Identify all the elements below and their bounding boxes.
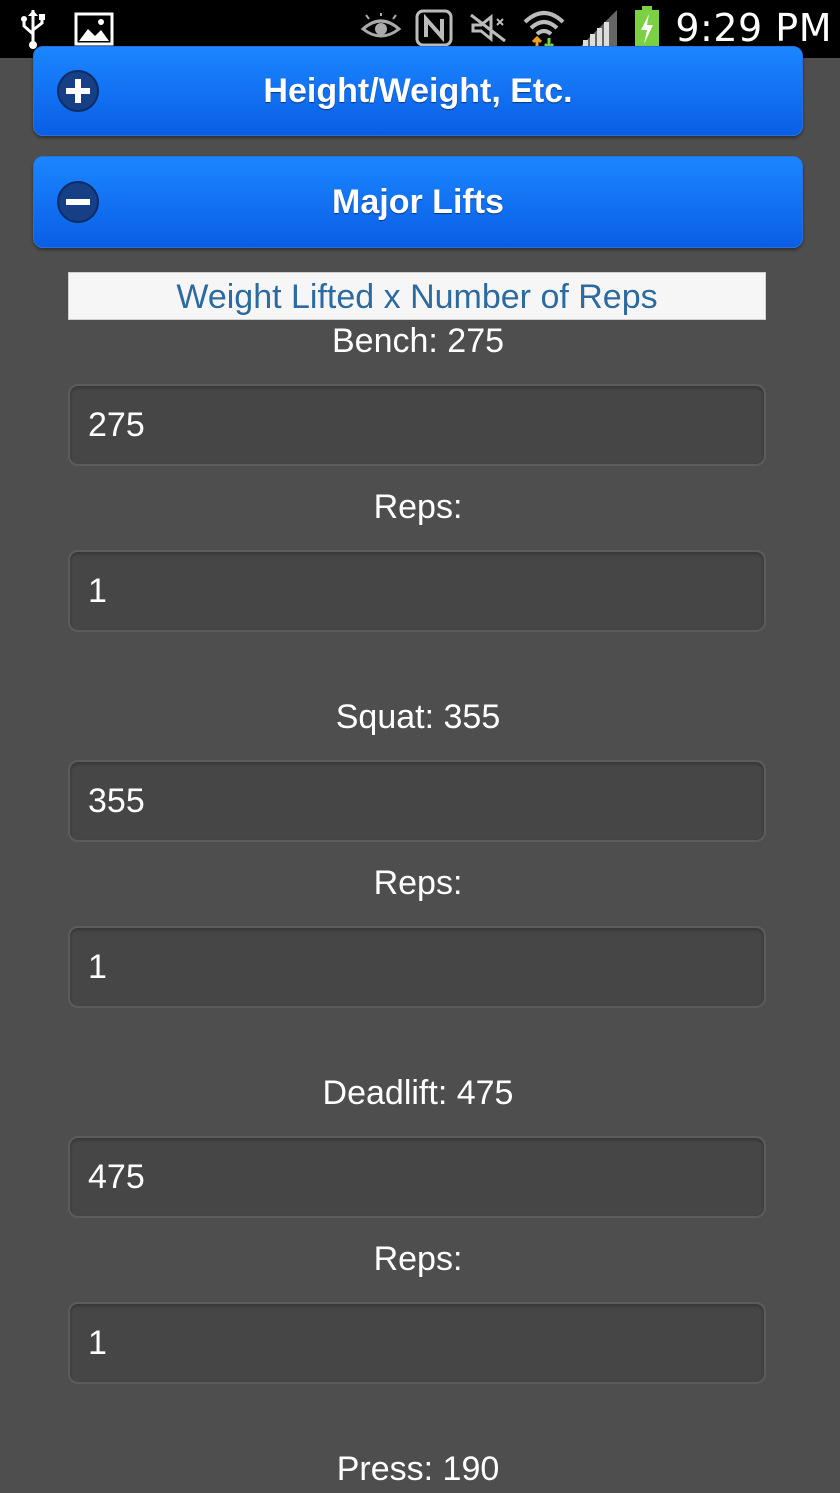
usb-icon xyxy=(21,10,45,49)
deadlift-reps-label: Reps: xyxy=(373,1240,463,1278)
squat-reps-input[interactable] xyxy=(68,926,766,1008)
wifi-icon xyxy=(524,11,565,48)
deadlift-label: Deadlift: 475 xyxy=(322,1074,514,1112)
plus-icon xyxy=(57,70,99,112)
squat-label: Squat: 355 xyxy=(335,698,501,736)
bench-weight-input[interactable] xyxy=(68,384,766,466)
eye-icon xyxy=(361,13,402,38)
lifts-header: Weight Lifted x Number of Reps xyxy=(68,272,766,320)
nfc-icon xyxy=(415,9,453,47)
mute-icon xyxy=(470,13,507,43)
minus-icon xyxy=(57,181,99,223)
section-height-weight[interactable]: Height/Weight, Etc. xyxy=(33,46,803,136)
bench-reps-label: Reps: xyxy=(373,488,463,526)
bench-reps-input[interactable] xyxy=(68,550,766,632)
image-icon xyxy=(74,12,114,46)
squat-weight-input[interactable] xyxy=(68,760,766,842)
clock: 9:29 PM xyxy=(675,6,832,50)
press-label: Press: 190 xyxy=(336,1450,500,1488)
section-major-lifts[interactable]: Major Lifts xyxy=(33,156,803,248)
squat-reps-label: Reps: xyxy=(373,864,463,902)
section-title: Height/Weight, Etc. xyxy=(263,71,573,110)
deadlift-reps-input[interactable] xyxy=(68,1302,766,1384)
page: Height/Weight, Etc. Major Lifts Weight L… xyxy=(0,46,840,1493)
battery-charging-icon xyxy=(635,6,660,48)
bench-label: Bench: 275 xyxy=(331,322,505,360)
deadlift-weight-input[interactable] xyxy=(68,1136,766,1218)
signal-icon xyxy=(581,10,618,46)
section-title: Major Lifts xyxy=(332,182,504,221)
